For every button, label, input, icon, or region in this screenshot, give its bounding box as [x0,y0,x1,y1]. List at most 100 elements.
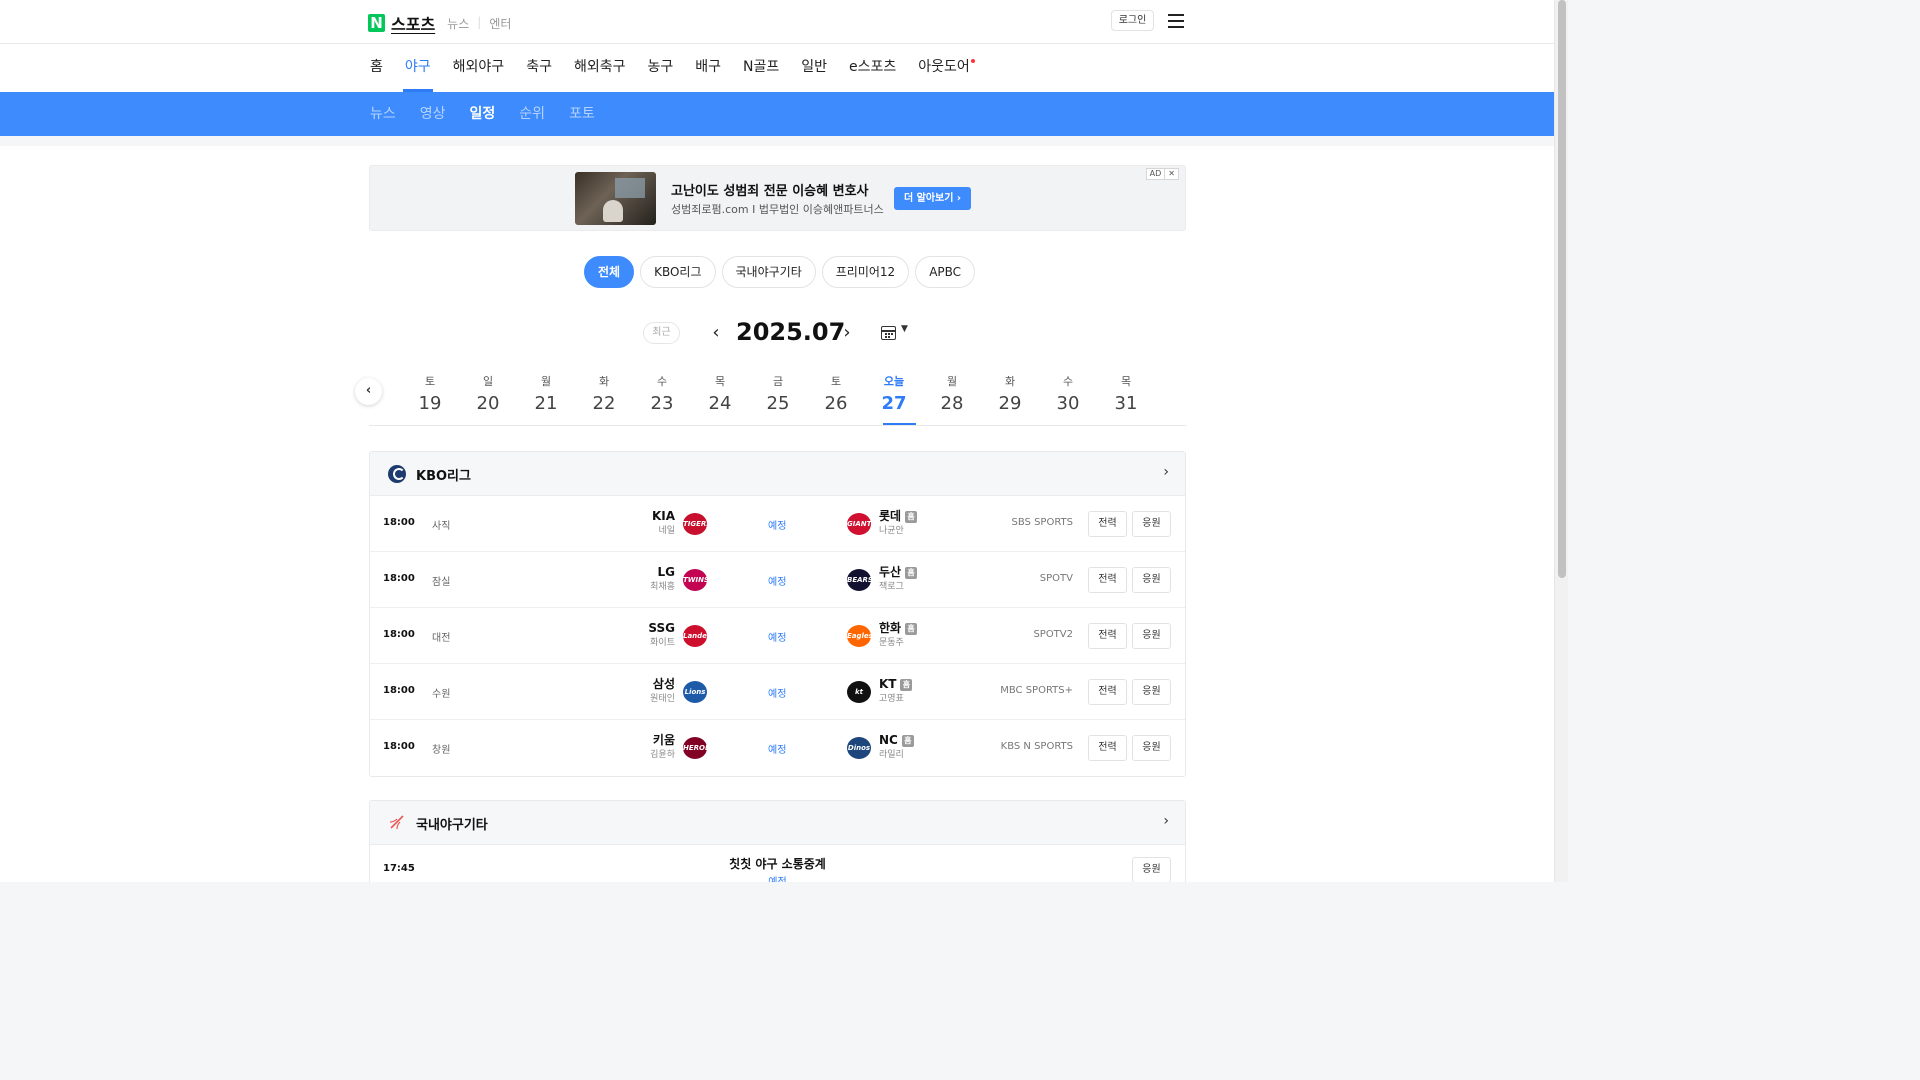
home-team-name[interactable]: KIA [652,509,675,524]
game-row[interactable]: 18:00 사직 KIA 네일 TIGERS 예정 GIANTS 롯데 홈 나균안 SBS SPOR… [370,496,1185,552]
tab-4[interactable]: 해외축구 [574,44,626,92]
subtab-3[interactable]: 순위 [519,92,545,136]
away-team[interactable]: NC 홈 라일리 [879,733,914,762]
site-title[interactable]: 스포츠 [391,11,435,35]
ad-headline[interactable]: 고난이도 성범죄 전문 이승혜 변호사 [671,180,869,199]
tab-8[interactable]: 일반 [801,44,827,92]
cheer-button[interactable]: 응원 [1132,735,1171,761]
home-team-logo-icon[interactable]: TWINS [683,569,709,591]
scrollbar-thumb[interactable] [1558,0,1566,578]
naver-n-icon[interactable]: N [368,14,385,32]
away-team[interactable]: 한화 홈 문동주 [879,621,918,650]
chevron-right-icon[interactable]: › [1163,464,1169,480]
away-team-name-wrap[interactable]: KT 홈 [879,677,913,692]
date-item[interactable]: 목 24 [691,372,749,426]
away-team-name-wrap[interactable]: 롯데 홈 [879,509,918,524]
ad-image[interactable] [575,172,656,225]
site-logo[interactable]: N 스포츠 뉴스 | 엔터 [368,11,511,35]
ad-banner[interactable]: 고난이도 성범죄 전문 이승혜 변호사 성범죄로펌.com I 법무법인 이승혜… [369,165,1186,231]
date-item[interactable]: 토 19 [401,372,459,426]
league-name[interactable]: KBO리그 [416,465,471,484]
away-team-logo-icon[interactable]: GIANTS [847,513,876,535]
filter-chip[interactable]: 프리미어12 [821,256,910,288]
away-team-name[interactable]: NC [879,733,898,747]
login-button[interactable]: 로그인 [1111,10,1154,31]
date-item[interactable]: 목 31 [1097,372,1155,426]
away-team-logo-icon[interactable]: kt [847,681,871,703]
scrollbar[interactable] [1554,0,1568,882]
broadcast-title[interactable]: 칫칫 야구 소통중계 [370,855,1185,872]
game-row[interactable]: 17:45 칫칫 야구 소통중계 예정 응원 [370,845,1185,882]
cheer-button[interactable]: 응원 [1132,857,1171,882]
tab-6[interactable]: 배구 [695,44,721,92]
cheer-button[interactable]: 응원 [1132,511,1171,537]
date-item[interactable]: 월 21 [517,372,575,426]
calendar-icon[interactable] [881,326,896,340]
away-team[interactable]: KT 홈 고영표 [879,677,913,706]
away-team-name-wrap[interactable]: 한화 홈 [879,621,918,636]
power-button[interactable]: 전력 [1088,511,1127,537]
away-team[interactable]: 두산 홈 잭로그 [879,565,918,594]
power-button[interactable]: 전력 [1088,623,1127,649]
tab-9[interactable]: e스포츠 [849,44,896,92]
away-team-name[interactable]: 한화 [879,621,901,635]
power-button[interactable]: 전력 [1088,679,1127,705]
chevron-down-icon[interactable]: ▼ [901,324,908,334]
tab-2[interactable]: 해외야구 [453,44,505,92]
date-item[interactable]: 오늘 27 [865,372,923,426]
subtab-0[interactable]: 뉴스 [370,92,396,136]
home-team-name[interactable]: 키움 [650,733,675,748]
tab-1[interactable]: 야구 [402,44,433,92]
header-link-news[interactable]: 뉴스 [447,15,469,32]
away-team-logo-icon[interactable]: Eagles [847,625,873,647]
away-team-logo-icon[interactable]: BEARS [847,569,873,591]
home-team[interactable]: 삼성 원태인 [650,677,675,706]
league-header-domestic-other[interactable]: 국내야구기타 › [370,801,1185,845]
month-next-icon[interactable]: › [840,324,854,342]
subtab-4[interactable]: 포토 [569,92,595,136]
league-name[interactable]: 국내야구기타 [416,814,488,833]
away-team[interactable]: 롯데 홈 나균안 [879,509,918,538]
date-item[interactable]: 화 22 [575,372,633,426]
home-team[interactable]: 키움 김윤하 [650,733,675,762]
month-prev-icon[interactable]: ‹ [709,324,723,342]
tab-5[interactable]: 농구 [647,44,673,92]
date-prev-icon[interactable]: ‹ [355,378,382,405]
filter-chip[interactable]: 전체 [584,256,635,288]
home-team-logo-icon[interactable]: Lions [683,681,707,703]
away-team-logo-icon[interactable]: Dinos [847,737,871,759]
game-row[interactable]: 18:00 대전 SSG 화이트 Landers 예정 Eagles 한화 홈 문동주 SPOTV2… [370,608,1185,664]
tab-10[interactable]: 아웃도어 [918,44,975,92]
date-item[interactable]: 수 23 [633,372,691,426]
subtab-2[interactable]: 일정 [470,92,496,136]
ad-close-icon[interactable]: ✕ [1164,169,1178,179]
home-team-name[interactable]: LG [650,565,676,580]
tab-3[interactable]: 축구 [526,44,552,92]
date-item[interactable]: 화 29 [981,372,1039,426]
filter-chip[interactable]: 국내야구기타 [721,256,816,288]
away-team-name-wrap[interactable]: NC 홈 [879,733,914,748]
cheer-button[interactable]: 응원 [1132,623,1171,649]
tab-7[interactable]: N골프 [743,44,779,92]
power-button[interactable]: 전력 [1088,735,1127,761]
home-team-name[interactable]: SSG [648,621,675,636]
chevron-right-icon[interactable]: › [1163,813,1169,829]
header-link-enter[interactable]: 엔터 [489,15,511,32]
away-team-name[interactable]: 롯데 [879,509,901,523]
date-item[interactable]: 월 28 [923,372,981,426]
cheer-button[interactable]: 응원 [1132,567,1171,593]
cheer-button[interactable]: 응원 [1132,679,1171,705]
home-team[interactable]: LG 최채흥 [650,565,675,594]
filter-chip[interactable]: APBC [915,256,976,288]
away-team-name[interactable]: KT [879,677,896,691]
filter-chip[interactable]: KBO리그 [640,256,716,288]
date-item[interactable]: 일 20 [459,372,517,426]
away-team-name-wrap[interactable]: 두산 홈 [879,565,918,580]
home-team[interactable]: SSG 화이트 [648,621,675,650]
game-row[interactable]: 18:00 잠실 LG 최채흥 TWINS 예정 BEARS 두산 홈 잭로그 SPOTV 전력 응원 [370,552,1185,608]
home-team-name[interactable]: 삼성 [650,677,675,692]
home-team-logo-icon[interactable]: Landers [683,625,715,647]
away-team-name[interactable]: 두산 [879,565,901,579]
recent-button[interactable]: 최근 [643,322,680,344]
league-header-kbo[interactable]: KBO리그 › [370,452,1185,496]
